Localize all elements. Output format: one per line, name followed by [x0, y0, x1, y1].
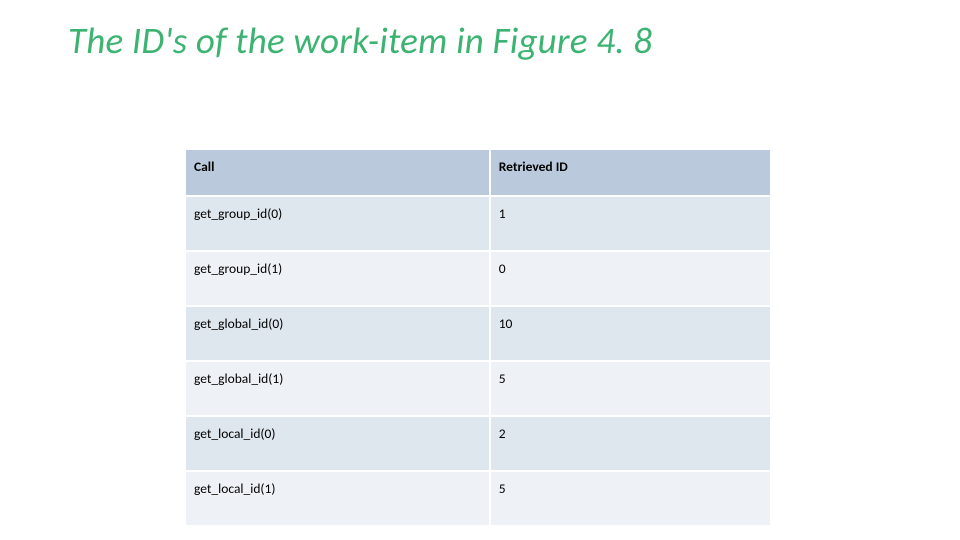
table-row: get_group_id(0) 1	[185, 196, 771, 251]
cell-id: 1	[490, 196, 771, 251]
table-row: get_global_id(1) 5	[185, 361, 771, 416]
table-container: Call Retrieved ID get_group_id(0) 1 get_…	[184, 148, 772, 527]
table-row: get_global_id(0) 10	[185, 306, 771, 361]
cell-call: get_local_id(1)	[185, 471, 490, 526]
cell-call: get_group_id(1)	[185, 251, 490, 306]
cell-call: get_group_id(0)	[185, 196, 490, 251]
slide: The ID's of the work-item in Figure 4. 8…	[0, 0, 960, 540]
cell-id: 0	[490, 251, 771, 306]
cell-call: get_global_id(1)	[185, 361, 490, 416]
cell-id: 5	[490, 361, 771, 416]
cell-id: 5	[490, 471, 771, 526]
table-header-row: Call Retrieved ID	[185, 149, 771, 196]
table-row: get_group_id(1) 0	[185, 251, 771, 306]
page-title: The ID's of the work-item in Figure 4. 8	[68, 18, 652, 63]
cell-call: get_local_id(0)	[185, 416, 490, 471]
id-table: Call Retrieved ID get_group_id(0) 1 get_…	[184, 148, 772, 527]
cell-id: 10	[490, 306, 771, 361]
table-row: get_local_id(0) 2	[185, 416, 771, 471]
cell-id: 2	[490, 416, 771, 471]
col-header-retrieved-id: Retrieved ID	[490, 149, 771, 196]
table-row: get_local_id(1) 5	[185, 471, 771, 526]
col-header-call: Call	[185, 149, 490, 196]
cell-call: get_global_id(0)	[185, 306, 490, 361]
